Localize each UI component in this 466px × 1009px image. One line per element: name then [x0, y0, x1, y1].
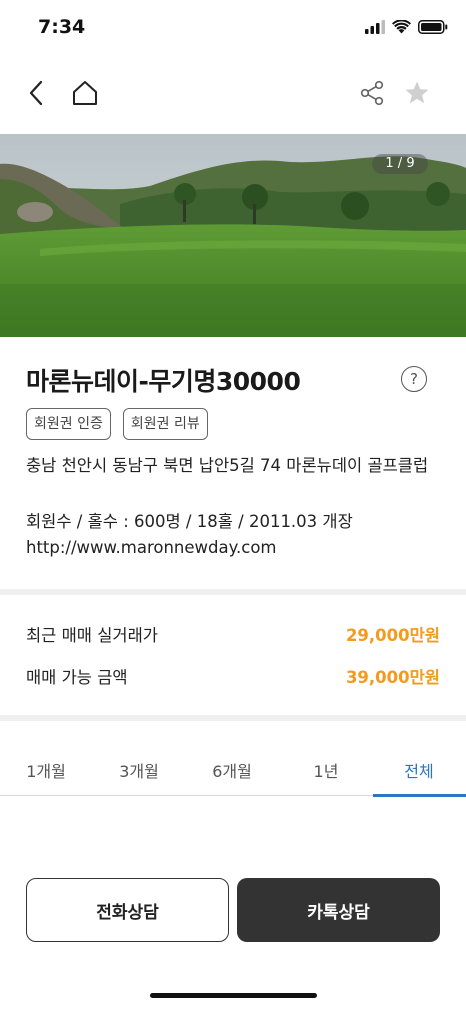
club-address: 충남 천안시 동남구 북면 납안5길 74 마론뉴데이 골프클럽: [26, 456, 429, 475]
star-icon: [405, 81, 429, 104]
course-photo[interactable]: 1 / 9: [0, 134, 466, 337]
membership-verify-badge[interactable]: 회원권 인증: [26, 408, 111, 440]
battery-icon: [418, 20, 448, 34]
signal-icon: [365, 20, 385, 34]
membership-review-badge[interactable]: 회원권 리뷰: [122, 408, 208, 440]
club-website-link[interactable]: http://www.maronnewday.com: [26, 538, 277, 557]
share-icon: [360, 80, 384, 106]
status-icons: [365, 20, 448, 34]
available-price-row: 매매 가능 금액 39,000만원: [26, 664, 440, 688]
tab-all[interactable]: 전체: [379, 758, 459, 782]
status-time: 7:34: [38, 16, 86, 38]
status-bar: 7:34: [0, 0, 466, 56]
nav-bar: [0, 66, 466, 120]
favorite-button[interactable]: [399, 75, 435, 111]
help-button[interactable]: ?: [401, 366, 427, 392]
wifi-icon: [392, 20, 411, 34]
period-tabs: 1개월 3개월 6개월 1년 전체: [0, 742, 466, 797]
phone-consult-button[interactable]: 전화상담: [26, 878, 229, 942]
tab-3-months[interactable]: 3개월: [99, 758, 179, 782]
help-icon: ?: [410, 370, 418, 388]
share-button[interactable]: [354, 75, 390, 111]
tab-1-month[interactable]: 1개월: [6, 758, 86, 782]
image-counter: 1 / 9: [372, 154, 428, 174]
section-divider: [0, 715, 466, 721]
back-arrow-icon: [29, 80, 43, 106]
club-title: 마론뉴데이-무기명30000: [26, 367, 301, 396]
section-divider: [0, 589, 466, 595]
available-price-value: 39,000만원: [345, 668, 440, 687]
home-indicator: [150, 993, 317, 998]
tab-6-months[interactable]: 6개월: [192, 758, 272, 782]
tab-1-year[interactable]: 1년: [286, 758, 366, 782]
home-icon: [73, 81, 97, 105]
active-tab-indicator: [373, 793, 466, 797]
recent-trade-price-row: 최근 매매 실거래가 29,000만원: [26, 622, 440, 646]
home-button[interactable]: [67, 75, 103, 111]
club-stats: 회원수 / 홀수 : 600명 / 18홀 / 2011.03 개장: [26, 512, 353, 531]
badge-row: 회원권 인증 회원권 리뷰: [26, 408, 208, 440]
recent-trade-price-value: 29,000만원: [345, 626, 440, 645]
recent-trade-price-label: 최근 매매 실거래가: [26, 626, 158, 645]
available-price-label: 매매 가능 금액: [26, 668, 128, 687]
back-button[interactable]: [18, 75, 54, 111]
kakao-consult-button[interactable]: 카톡상담: [237, 878, 440, 942]
